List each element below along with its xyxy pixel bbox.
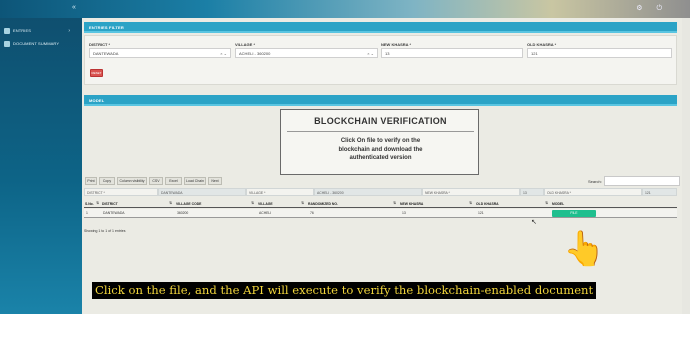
cell-district: DANTEWADA xyxy=(103,211,125,215)
cell-village-code: 360200 xyxy=(177,211,189,215)
sidebar-item-label: ENTRIES xyxy=(13,28,32,33)
district-label: DISTRICT * xyxy=(89,42,111,47)
print-button[interactable]: Print xyxy=(85,177,97,185)
sidebar-item-label: DOCUMENT SUMMARY xyxy=(13,41,60,46)
sort-icon: ⇅ xyxy=(393,201,396,205)
column-header-label: NEW KHASRA xyxy=(400,202,424,206)
select-arrow-icon: × ⌄ xyxy=(220,51,227,56)
reset-button[interactable]: RESET xyxy=(90,69,103,77)
column-header-label: S.No. xyxy=(85,202,94,206)
users-icon xyxy=(4,27,10,34)
popup-title: BLOCKCHAIN VERIFICATION xyxy=(314,116,447,126)
users-icon xyxy=(4,40,10,47)
select-arrow-icon: × ⌄ xyxy=(367,51,374,56)
copy-button[interactable]: Copy xyxy=(99,177,115,185)
column-header-old-khasra[interactable]: OLD KHASRA ⇅ xyxy=(476,200,550,208)
file-button[interactable]: FILE xyxy=(552,210,596,217)
sort-icon: ⇅ xyxy=(469,201,472,205)
column-header-sno[interactable]: S.No. ⇅ xyxy=(85,200,101,208)
model-panel-title: MODEL xyxy=(89,98,105,103)
column-header-district[interactable]: DISTRICT ⇅ xyxy=(102,200,174,208)
district-select[interactable]: DANTEWADA × ⌄ xyxy=(89,48,231,58)
cell-sno: 1 xyxy=(86,211,88,215)
village-value: ACHELI - 360200 xyxy=(239,51,271,56)
popup-line: authenticated version xyxy=(349,155,412,161)
top-header: « ⚙ ⏻ xyxy=(0,0,690,18)
column-filter-cell[interactable]: 121 xyxy=(642,188,677,196)
old-khasra-value: 121 xyxy=(531,51,538,56)
chevron-right-icon: › xyxy=(68,27,70,34)
column-header-label: VILLAGE xyxy=(258,202,273,206)
next-button[interactable]: Next xyxy=(208,177,222,185)
column-header-label: RANDOMIZED NO. xyxy=(308,202,338,206)
column-filter-cell[interactable]: VILLAGE * xyxy=(246,188,314,196)
table-info: Showing 1 to 1 of 1 entries xyxy=(84,229,126,233)
district-value: DANTEWADA xyxy=(93,51,119,56)
popup-line: Click On file to verify on the xyxy=(340,138,421,144)
column-header-village-code[interactable]: VILLAGE CODE ⇅ xyxy=(176,200,256,208)
old-khasra-label: OLD KHASRA * xyxy=(527,42,557,47)
column-header-randomized-no[interactable]: RANDOMIZED NO. ⇅ xyxy=(308,200,398,208)
column-filter-cell[interactable]: DISTRICT * xyxy=(84,188,158,196)
popup-message: Click On file to verify on the blockchai… xyxy=(311,137,450,163)
column-filter-cell[interactable]: ACHELI - 360200 xyxy=(314,188,422,196)
column-filter-cell[interactable]: NEW KHASRA * xyxy=(422,188,520,196)
cell-new-khasra: 13 xyxy=(402,211,406,215)
sort-icon: ⇅ xyxy=(169,201,172,205)
sidebar-item-document-summary[interactable]: DOCUMENT SUMMARY xyxy=(4,38,80,49)
cell-old-khasra: 121 xyxy=(478,211,484,215)
blockchain-verification-popup: BLOCKCHAIN VERIFICATION Click On file to… xyxy=(280,109,479,175)
table-header: S.No. ⇅ DISTRICT ⇅ VILLAGE CODE ⇅ VILLAGE ⇅ … xyxy=(84,200,677,208)
column-filter-cell[interactable]: 13 xyxy=(520,188,544,196)
page-scrollbar[interactable] xyxy=(682,18,690,314)
sort-icon: ⇅ xyxy=(251,201,254,205)
sidebar: ENTRIES › DOCUMENT SUMMARY xyxy=(0,18,82,314)
column-header-label: MODEL xyxy=(552,202,565,206)
column-header-new-khasra[interactable]: NEW KHASRA ⇅ xyxy=(400,200,474,208)
new-khasra-value: 13 xyxy=(385,51,390,56)
search-label: Search: xyxy=(588,179,602,184)
load-chain-button[interactable]: Load Chain xyxy=(184,177,206,185)
column-filter-cell[interactable]: OLD KHASRA * xyxy=(544,188,642,196)
column-header-label: VILLAGE CODE xyxy=(176,202,202,206)
new-khasra-field[interactable]: 13 xyxy=(381,48,523,58)
header-action-icons[interactable]: ⚙ ⏻ xyxy=(636,4,668,13)
model-panel-header: MODEL xyxy=(84,95,677,106)
column-header-label: OLD KHASRA xyxy=(476,202,499,206)
village-label: VILLAGE * xyxy=(235,42,256,47)
column-filter-row: DISTRICT * DANTEWADA VILLAGE * ACHELI - … xyxy=(84,188,677,197)
sort-icon: ⇅ xyxy=(96,201,99,205)
cell-village: ACHELI xyxy=(259,211,272,215)
pointing-hand-icon: 👆 xyxy=(563,230,606,268)
filter-panel-title: ENTRIES FILTER xyxy=(89,25,124,30)
search-input[interactable] xyxy=(604,176,680,186)
csv-button[interactable]: CSV xyxy=(149,177,163,185)
popup-divider xyxy=(287,131,474,132)
old-khasra-field[interactable]: 121 xyxy=(527,48,672,58)
sort-icon: ⇅ xyxy=(545,201,548,205)
cell-randomized-no: 76 xyxy=(310,211,314,215)
mouse-cursor-icon: ↖ xyxy=(531,219,537,226)
filter-panel-header: ENTRIES FILTER xyxy=(84,22,677,33)
column-header-model[interactable]: MODEL xyxy=(552,200,672,208)
excel-button[interactable]: Excel xyxy=(165,177,182,185)
collapse-sidebar-icon[interactable]: « xyxy=(72,4,76,11)
new-khasra-label: NEW KHASRA * xyxy=(381,42,412,47)
column-visibility-button[interactable]: Column visibility xyxy=(117,177,147,185)
popup-line: blockchain and download the xyxy=(338,146,423,153)
page: « ⚙ ⏻ ENTRIES › DOCUMENT SUMMARY ENTRIES… xyxy=(0,0,690,351)
sidebar-item-entries[interactable]: ENTRIES › xyxy=(4,25,80,36)
column-header-label: DISTRICT xyxy=(102,202,118,206)
village-select[interactable]: ACHELI - 360200 × ⌄ xyxy=(235,48,378,58)
sort-icon: ⇅ xyxy=(301,201,304,205)
caption-text: Click on the file, and the API will exec… xyxy=(92,282,597,299)
column-filter-cell[interactable]: DANTEWADA xyxy=(158,188,246,196)
column-header-village[interactable]: VILLAGE ⇅ xyxy=(258,200,306,208)
